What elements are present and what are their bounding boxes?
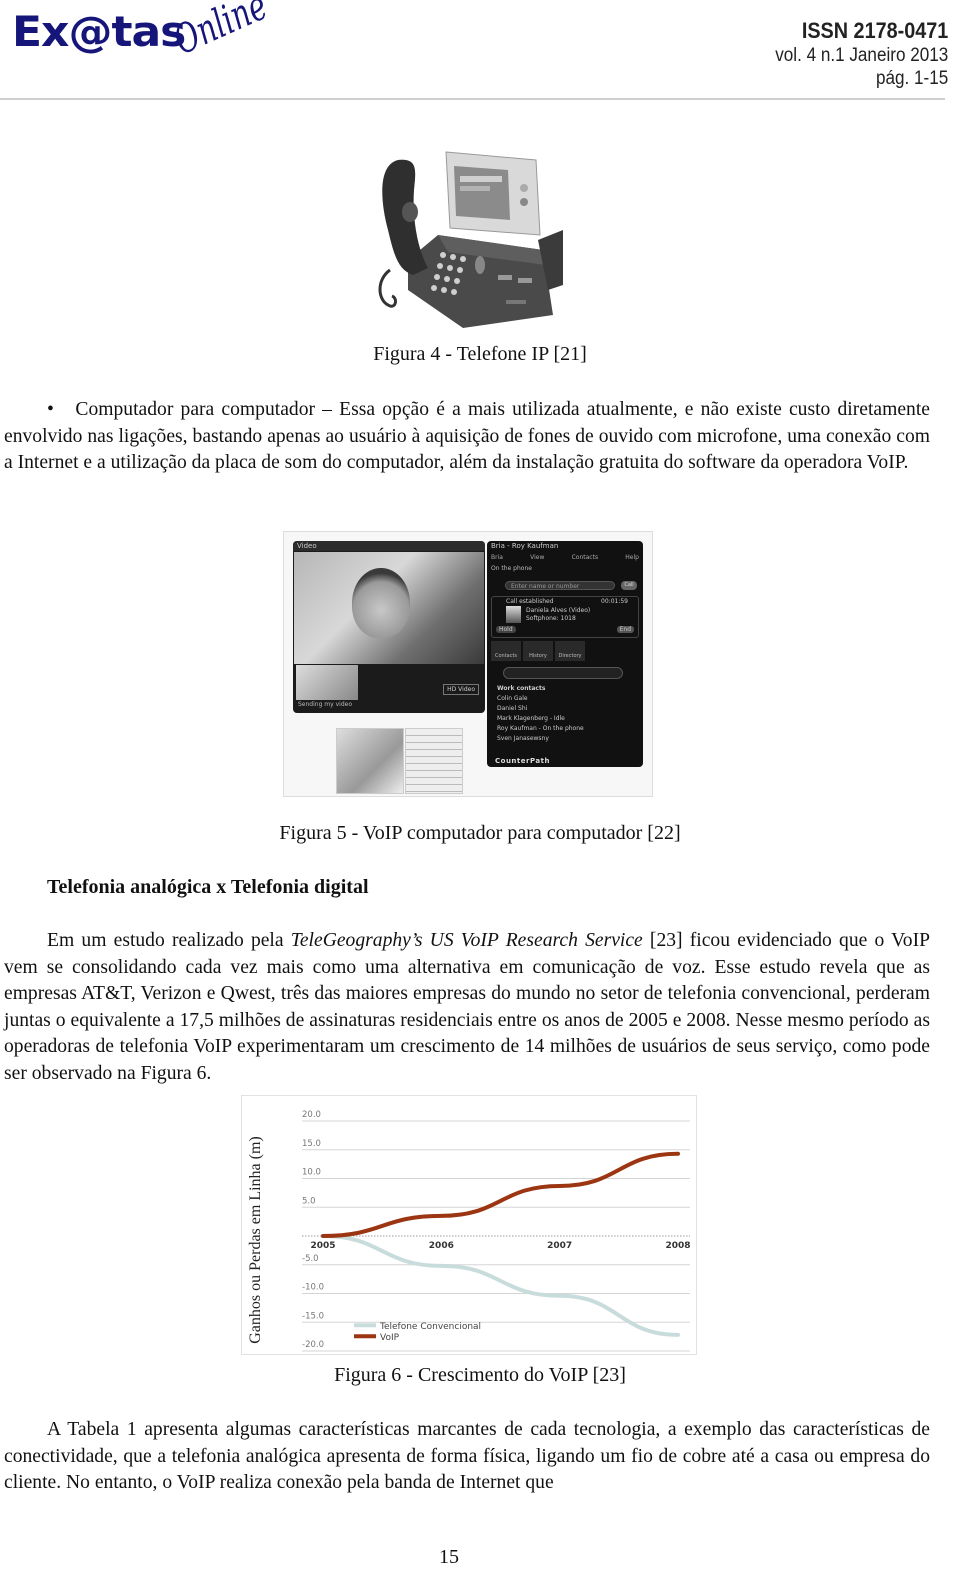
tab-directory: Directory xyxy=(555,641,585,661)
bullet-icon: • xyxy=(47,399,54,420)
self-video-preview xyxy=(296,665,358,700)
header-divider xyxy=(0,98,945,100)
ip-phone-image xyxy=(368,140,568,330)
issue-info: ISSN 2178-0471 vol. 4 n.1 Janeiro 2013 p… xyxy=(756,18,948,90)
y-tick-label: 15.0 xyxy=(302,1139,321,1149)
voip-growth-chart: Ganhos ou Perdas em Linha (m) 20.0 15.0 10.… xyxy=(241,1095,697,1355)
contact-item: Colin Gale xyxy=(497,695,528,702)
caller-device: Softphone: 1018 xyxy=(526,615,576,622)
legend-label: Telefone Convencional xyxy=(379,1322,481,1332)
issn-number: ISSN 2178-0471 xyxy=(801,18,948,43)
dial-input: Enter name or number xyxy=(505,581,615,590)
figure-4-caption: Figura 4 - Telefone IP [21] xyxy=(373,343,587,365)
caller-avatar xyxy=(506,606,521,623)
x-tick-label: 2007 xyxy=(547,1241,572,1251)
counterpath-logo: CounterPath xyxy=(495,757,550,765)
chart-svg: Ganhos ou Perdas em Linha (m) 20.0 15.0 10.… xyxy=(247,1110,691,1352)
contact-group-label: Work contacts xyxy=(497,685,546,692)
tab-history: History xyxy=(523,641,553,661)
video-window: Video Sending my video HD Video xyxy=(293,541,485,713)
y-tick-label: 10.0 xyxy=(302,1168,321,1178)
x-tick-label: 2005 xyxy=(310,1241,335,1251)
hd-video-button: HD Video xyxy=(443,684,479,695)
contact-item: Daniel Shi xyxy=(497,705,528,712)
volume-info: vol. 4 n.1 Janeiro 2013 xyxy=(774,45,948,66)
thumbnail-panel xyxy=(405,728,463,794)
figure-5-caption: Figura 5 - VoIP computador para computad… xyxy=(279,822,681,844)
caller-name: Daniela Alves (Video) xyxy=(526,607,591,614)
ip-phone-icon xyxy=(378,151,563,328)
softphone-panel: Bria - Roy Kaufman Bria View Contacts He… xyxy=(487,541,643,767)
x-tick-label: 2008 xyxy=(665,1241,690,1251)
call-button: Call xyxy=(621,581,637,590)
bullet-paragraph: • Computador para computador – Essa opçã… xyxy=(4,397,930,477)
study-text-end: [23] ficou evidenciado que o VoIP vem se… xyxy=(4,930,930,1084)
contact-item: Mark Klagenberg - Idle xyxy=(497,715,565,722)
call-status: Call established xyxy=(506,598,554,605)
table-intro-text: A Tabela 1 apresenta algumas característ… xyxy=(4,1419,930,1494)
study-paragraph: Em um estudo realizado pela TeleGeograph… xyxy=(4,928,930,1088)
menu-item: Bria xyxy=(491,554,503,561)
logo-wordmark: Ex@tas xyxy=(12,8,186,57)
section-heading: Telefonia analógica x Telefonia digital xyxy=(47,876,369,898)
study-source: TeleGeography’s US VoIP Research Service xyxy=(290,930,643,951)
y-tick-label: -15.0 xyxy=(302,1311,324,1321)
softphone-menu: Bria View Contacts Help xyxy=(491,554,639,561)
voip-softphone-image: Video Sending my video HD Video Bria - R… xyxy=(283,531,653,797)
softphone-tabs: Contacts History Directory xyxy=(491,641,585,661)
figure-6-caption: Figura 6 - Crescimento do VoIP [23] xyxy=(334,1364,626,1386)
person-avatar xyxy=(352,568,410,638)
page-number: 15 xyxy=(439,1546,459,1568)
video-window-title: Video xyxy=(293,541,485,551)
end-call-button: End xyxy=(616,626,634,633)
series-line-telefone-convencional xyxy=(321,1234,680,1337)
contact-item: Sven Janasewsny xyxy=(497,735,549,742)
video-feed xyxy=(294,552,484,664)
y-tick-label: -10.0 xyxy=(302,1283,324,1293)
x-tick-label: 2006 xyxy=(429,1241,454,1251)
thumbnail-video xyxy=(336,728,404,794)
y-axis-label: Ganhos ou Perdas em Linha (m) xyxy=(247,1136,264,1344)
table-intro-paragraph: A Tabela 1 apresenta algumas característ… xyxy=(4,1417,930,1497)
softphone-title: Bria - Roy Kaufman xyxy=(491,542,559,550)
menu-item: Help xyxy=(625,554,639,561)
study-text-start: Em um estudo realizado pela xyxy=(47,930,291,951)
contact-item: Roy Kaufman - On the phone xyxy=(497,725,584,732)
legend-label: VoIP xyxy=(380,1333,400,1343)
presence-status: On the phone xyxy=(491,565,532,572)
active-call-box: Call established 00:01:59 Daniela Alves … xyxy=(491,596,639,638)
contact-list: Work contacts Colin Gale Daniel Shi Mark… xyxy=(497,684,584,744)
y-tick-label: -5.0 xyxy=(302,1254,319,1264)
bullet-text: Computador para computador – Essa opção … xyxy=(4,399,930,474)
contact-filter-input xyxy=(503,667,623,679)
menu-item: Contacts xyxy=(571,554,599,561)
y-tick-label: 5.0 xyxy=(302,1196,316,1206)
hold-button: Hold xyxy=(496,626,516,633)
y-tick-label: -20.0 xyxy=(302,1340,324,1350)
self-video-label: Sending my video xyxy=(298,701,352,708)
series-line-voip xyxy=(321,1151,680,1238)
journal-header: Ex@tas Online ISSN 2178-0471 vol. 4 n.1 … xyxy=(0,0,960,100)
tab-contacts: Contacts xyxy=(491,641,521,661)
journal-logo: Ex@tas Online xyxy=(10,0,290,96)
page-range: pág. 1-15 xyxy=(875,68,948,89)
menu-item: View xyxy=(530,554,545,561)
y-tick-label: 20.0 xyxy=(302,1110,321,1120)
call-timer: 00:01:59 xyxy=(601,598,628,605)
